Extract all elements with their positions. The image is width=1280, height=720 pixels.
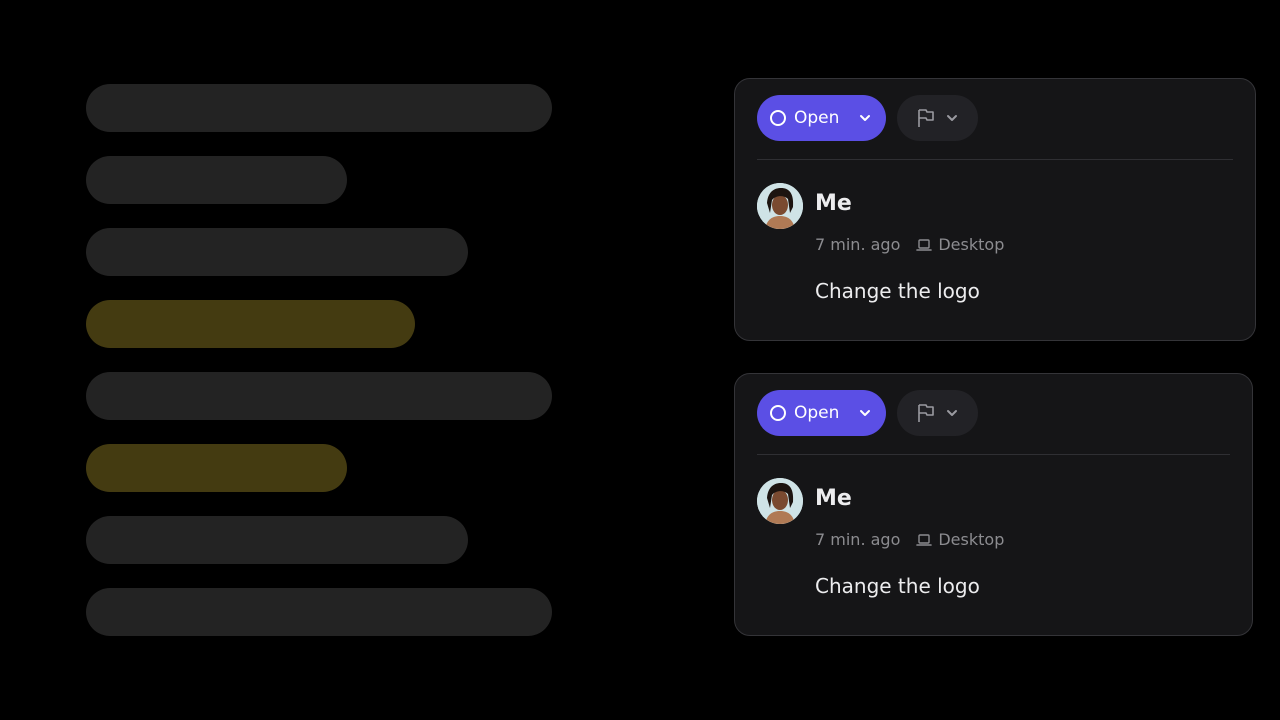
- flag-icon: [917, 403, 935, 423]
- skeleton-bar: [86, 84, 552, 132]
- skeleton-bar-highlighted: [86, 300, 415, 348]
- skeleton-bar: [86, 588, 552, 636]
- circle-icon: [770, 110, 786, 126]
- circle-icon: [770, 405, 786, 421]
- skeleton-bar: [86, 228, 468, 276]
- device-label: Desktop: [938, 235, 1005, 254]
- skeleton-bar: [86, 372, 552, 420]
- feedback-card: Open Me 7 min. ago Desktop Change the lo…: [734, 78, 1256, 341]
- divider: [757, 159, 1233, 160]
- comment-meta: 7 min. ago Desktop: [815, 530, 1004, 549]
- comment-text: Change the logo: [815, 279, 980, 303]
- flag-dropdown-button[interactable]: [897, 390, 978, 436]
- author-name: Me: [815, 191, 852, 216]
- avatar: [757, 183, 803, 229]
- status-dropdown-button[interactable]: Open: [757, 95, 886, 141]
- card-toolbar: Open: [757, 390, 978, 436]
- flag-dropdown-button[interactable]: [897, 95, 978, 141]
- timestamp: 7 min. ago: [815, 235, 901, 254]
- skeleton-bar: [86, 516, 468, 564]
- chevron-down-icon: [858, 111, 872, 125]
- status-label: Open: [794, 108, 840, 128]
- chevron-down-icon: [945, 111, 959, 125]
- comment-meta: 7 min. ago Desktop: [815, 235, 1004, 254]
- status-dropdown-button[interactable]: Open: [757, 390, 886, 436]
- flag-icon: [917, 108, 935, 128]
- canvas: Open Me 7 min. ago Desktop Change the lo…: [0, 0, 1280, 720]
- device-label: Desktop: [938, 530, 1005, 549]
- laptop-icon: [916, 533, 933, 547]
- comment-text: Change the logo: [815, 574, 980, 598]
- status-label: Open: [794, 403, 840, 423]
- chevron-down-icon: [945, 406, 959, 420]
- timestamp: 7 min. ago: [815, 530, 901, 549]
- divider: [757, 454, 1230, 455]
- skeleton-bar: [86, 156, 347, 204]
- avatar: [757, 478, 803, 524]
- laptop-icon: [916, 238, 933, 252]
- device-info: Desktop: [916, 530, 1004, 549]
- author-name: Me: [815, 486, 852, 511]
- skeleton-bar-highlighted: [86, 444, 347, 492]
- chevron-down-icon: [858, 406, 872, 420]
- device-info: Desktop: [916, 235, 1004, 254]
- card-toolbar: Open: [757, 95, 978, 141]
- feedback-card: Open Me 7 min. ago Desktop Change the lo…: [734, 373, 1253, 636]
